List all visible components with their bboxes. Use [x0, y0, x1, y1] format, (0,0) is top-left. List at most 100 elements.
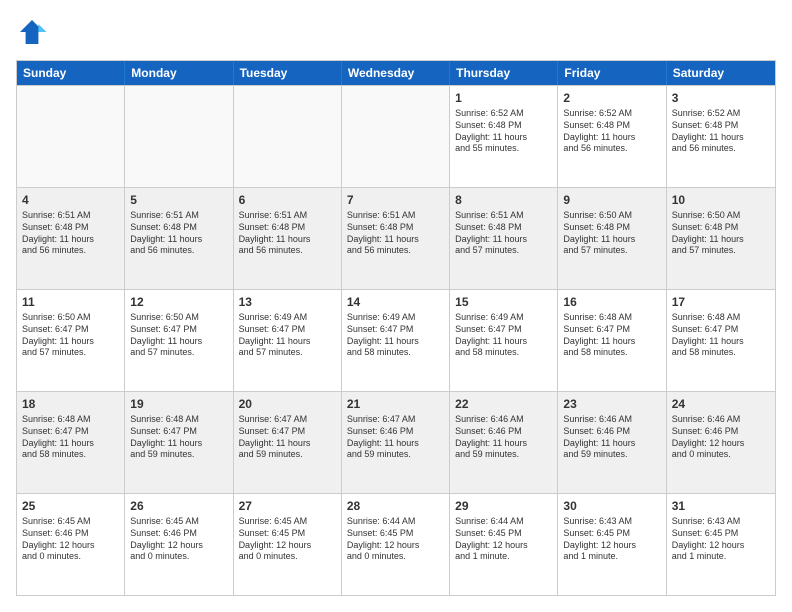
day-number: 31	[672, 498, 770, 514]
calendar-cell: 26 Sunrise: 6:45 AM Sunset: 6:46 PM Dayli…	[125, 494, 233, 595]
cell-text: Sunrise: 6:50 AM Sunset: 6:47 PM Dayligh…	[22, 312, 119, 359]
calendar-cell: 23Sunrise: 6:46 AM Sunset: 6:46 PM Dayli…	[558, 392, 666, 493]
header-day-thursday: Thursday	[450, 61, 558, 85]
header-day-saturday: Saturday	[667, 61, 775, 85]
cell-text: Sunrise: 6:49 AM Sunset: 6:47 PM Dayligh…	[347, 312, 444, 359]
cell-text: Sunrise: 6:43 AM Sunset: 6:45 PM Dayligh…	[563, 516, 660, 563]
calendar-cell: 14 Sunrise: 6:49 AM Sunset: 6:47 PM Dayli…	[342, 290, 450, 391]
calendar-cell	[342, 86, 450, 187]
cell-text: Sunrise: 6:45 AM Sunset: 6:45 PM Dayligh…	[239, 516, 336, 563]
calendar-body: 1 Sunrise: 6:52 AM Sunset: 6:48 PM Daylig…	[17, 85, 775, 595]
header-day-wednesday: Wednesday	[342, 61, 450, 85]
calendar-cell: 12Sunrise: 6:50 AM Sunset: 6:47 PM Dayli…	[125, 290, 233, 391]
day-number: 28	[347, 498, 444, 514]
day-number: 29	[455, 498, 552, 514]
calendar-cell: 11Sunrise: 6:50 AM Sunset: 6:47 PM Dayli…	[17, 290, 125, 391]
calendar-cell: 28 Sunrise: 6:44 AM Sunset: 6:45 PM Dayli…	[342, 494, 450, 595]
cell-text: Sunrise: 6:49 AM Sunset: 6:47 PM Dayligh…	[455, 312, 552, 359]
calendar-cell	[17, 86, 125, 187]
calendar-cell: 27 Sunrise: 6:45 AM Sunset: 6:45 PM Dayli…	[234, 494, 342, 595]
calendar-cell	[125, 86, 233, 187]
cell-text: Sunrise: 6:51 AM Sunset: 6:48 PM Dayligh…	[455, 210, 552, 257]
calendar-cell: 21Sunrise: 6:47 AM Sunset: 6:46 PM Dayli…	[342, 392, 450, 493]
calendar-cell	[234, 86, 342, 187]
cell-text: Sunrise: 6:48 AM Sunset: 6:47 PM Dayligh…	[563, 312, 660, 359]
calendar-cell: 10 Sunrise: 6:50 AM Sunset: 6:48 PM Dayli…	[667, 188, 775, 289]
calendar-cell: 31 Sunrise: 6:43 AM Sunset: 6:45 PM Dayli…	[667, 494, 775, 595]
cell-text: Sunrise: 6:45 AM Sunset: 6:46 PM Dayligh…	[130, 516, 227, 563]
day-number: 25	[22, 498, 119, 514]
day-number: 9	[563, 192, 660, 208]
calendar-cell: 16 Sunrise: 6:48 AM Sunset: 6:47 PM Dayli…	[558, 290, 666, 391]
day-number: 7	[347, 192, 444, 208]
cell-text: Sunrise: 6:46 AM Sunset: 6:46 PM Dayligh…	[455, 414, 552, 461]
calendar-cell: 18 Sunrise: 6:48 AM Sunset: 6:47 PM Dayli…	[17, 392, 125, 493]
day-number: 10	[672, 192, 770, 208]
day-number: 21	[347, 396, 444, 412]
calendar-cell: 9Sunrise: 6:50 AM Sunset: 6:48 PM Daylig…	[558, 188, 666, 289]
day-number: 20	[239, 396, 336, 412]
calendar-cell: 17Sunrise: 6:48 AM Sunset: 6:47 PM Dayli…	[667, 290, 775, 391]
calendar-cell: 22Sunrise: 6:46 AM Sunset: 6:46 PM Dayli…	[450, 392, 558, 493]
calendar-cell: 5 Sunrise: 6:51 AM Sunset: 6:48 PM Daylig…	[125, 188, 233, 289]
logo	[16, 16, 52, 48]
day-number: 19	[130, 396, 227, 412]
cell-text: Sunrise: 6:48 AM Sunset: 6:47 PM Dayligh…	[22, 414, 119, 461]
cell-text: Sunrise: 6:44 AM Sunset: 6:45 PM Dayligh…	[347, 516, 444, 563]
logo-icon	[16, 16, 48, 48]
page: SundayMondayTuesdayWednesdayThursdayFrid…	[0, 0, 792, 612]
day-number: 6	[239, 192, 336, 208]
day-number: 5	[130, 192, 227, 208]
calendar-cell: 3Sunrise: 6:52 AM Sunset: 6:48 PM Daylig…	[667, 86, 775, 187]
cell-text: Sunrise: 6:51 AM Sunset: 6:48 PM Dayligh…	[130, 210, 227, 257]
calendar-cell: 24 Sunrise: 6:46 AM Sunset: 6:46 PM Dayli…	[667, 392, 775, 493]
cell-text: Sunrise: 6:52 AM Sunset: 6:48 PM Dayligh…	[672, 108, 770, 155]
day-number: 14	[347, 294, 444, 310]
day-number: 15	[455, 294, 552, 310]
calendar-row-4: 25 Sunrise: 6:45 AM Sunset: 6:46 PM Dayli…	[17, 493, 775, 595]
cell-text: Sunrise: 6:47 AM Sunset: 6:47 PM Dayligh…	[239, 414, 336, 461]
calendar-cell: 4 Sunrise: 6:51 AM Sunset: 6:48 PM Daylig…	[17, 188, 125, 289]
cell-text: Sunrise: 6:45 AM Sunset: 6:46 PM Dayligh…	[22, 516, 119, 563]
day-number: 27	[239, 498, 336, 514]
cell-text: Sunrise: 6:46 AM Sunset: 6:46 PM Dayligh…	[563, 414, 660, 461]
calendar-cell: 6 Sunrise: 6:51 AM Sunset: 6:48 PM Daylig…	[234, 188, 342, 289]
cell-text: Sunrise: 6:52 AM Sunset: 6:48 PM Dayligh…	[455, 108, 552, 155]
calendar: SundayMondayTuesdayWednesdayThursdayFrid…	[16, 60, 776, 596]
cell-text: Sunrise: 6:51 AM Sunset: 6:48 PM Dayligh…	[22, 210, 119, 257]
cell-text: Sunrise: 6:51 AM Sunset: 6:48 PM Dayligh…	[239, 210, 336, 257]
cell-text: Sunrise: 6:43 AM Sunset: 6:45 PM Dayligh…	[672, 516, 770, 563]
cell-text: Sunrise: 6:48 AM Sunset: 6:47 PM Dayligh…	[130, 414, 227, 461]
day-number: 24	[672, 396, 770, 412]
calendar-cell: 19 Sunrise: 6:48 AM Sunset: 6:47 PM Dayli…	[125, 392, 233, 493]
cell-text: Sunrise: 6:46 AM Sunset: 6:46 PM Dayligh…	[672, 414, 770, 461]
header-day-tuesday: Tuesday	[234, 61, 342, 85]
cell-text: Sunrise: 6:50 AM Sunset: 6:48 PM Dayligh…	[672, 210, 770, 257]
cell-text: Sunrise: 6:44 AM Sunset: 6:45 PM Dayligh…	[455, 516, 552, 563]
day-number: 16	[563, 294, 660, 310]
calendar-cell: 30 Sunrise: 6:43 AM Sunset: 6:45 PM Dayli…	[558, 494, 666, 595]
calendar-cell: 25 Sunrise: 6:45 AM Sunset: 6:46 PM Dayli…	[17, 494, 125, 595]
day-number: 4	[22, 192, 119, 208]
calendar-cell: 20 Sunrise: 6:47 AM Sunset: 6:47 PM Dayli…	[234, 392, 342, 493]
calendar-cell: 1 Sunrise: 6:52 AM Sunset: 6:48 PM Daylig…	[450, 86, 558, 187]
header	[16, 16, 776, 48]
header-day-friday: Friday	[558, 61, 666, 85]
calendar-row-1: 4 Sunrise: 6:51 AM Sunset: 6:48 PM Daylig…	[17, 187, 775, 289]
day-number: 17	[672, 294, 770, 310]
calendar-row-0: 1 Sunrise: 6:52 AM Sunset: 6:48 PM Daylig…	[17, 85, 775, 187]
calendar-cell: 7 Sunrise: 6:51 AM Sunset: 6:48 PM Daylig…	[342, 188, 450, 289]
cell-text: Sunrise: 6:51 AM Sunset: 6:48 PM Dayligh…	[347, 210, 444, 257]
calendar-row-3: 18 Sunrise: 6:48 AM Sunset: 6:47 PM Dayli…	[17, 391, 775, 493]
cell-text: Sunrise: 6:52 AM Sunset: 6:48 PM Dayligh…	[563, 108, 660, 155]
day-number: 1	[455, 90, 552, 106]
calendar-cell: 13Sunrise: 6:49 AM Sunset: 6:47 PM Dayli…	[234, 290, 342, 391]
day-number: 18	[22, 396, 119, 412]
header-day-sunday: Sunday	[17, 61, 125, 85]
day-number: 2	[563, 90, 660, 106]
day-number: 13	[239, 294, 336, 310]
day-number: 26	[130, 498, 227, 514]
day-number: 8	[455, 192, 552, 208]
calendar-cell: 15 Sunrise: 6:49 AM Sunset: 6:47 PM Dayli…	[450, 290, 558, 391]
day-number: 30	[563, 498, 660, 514]
